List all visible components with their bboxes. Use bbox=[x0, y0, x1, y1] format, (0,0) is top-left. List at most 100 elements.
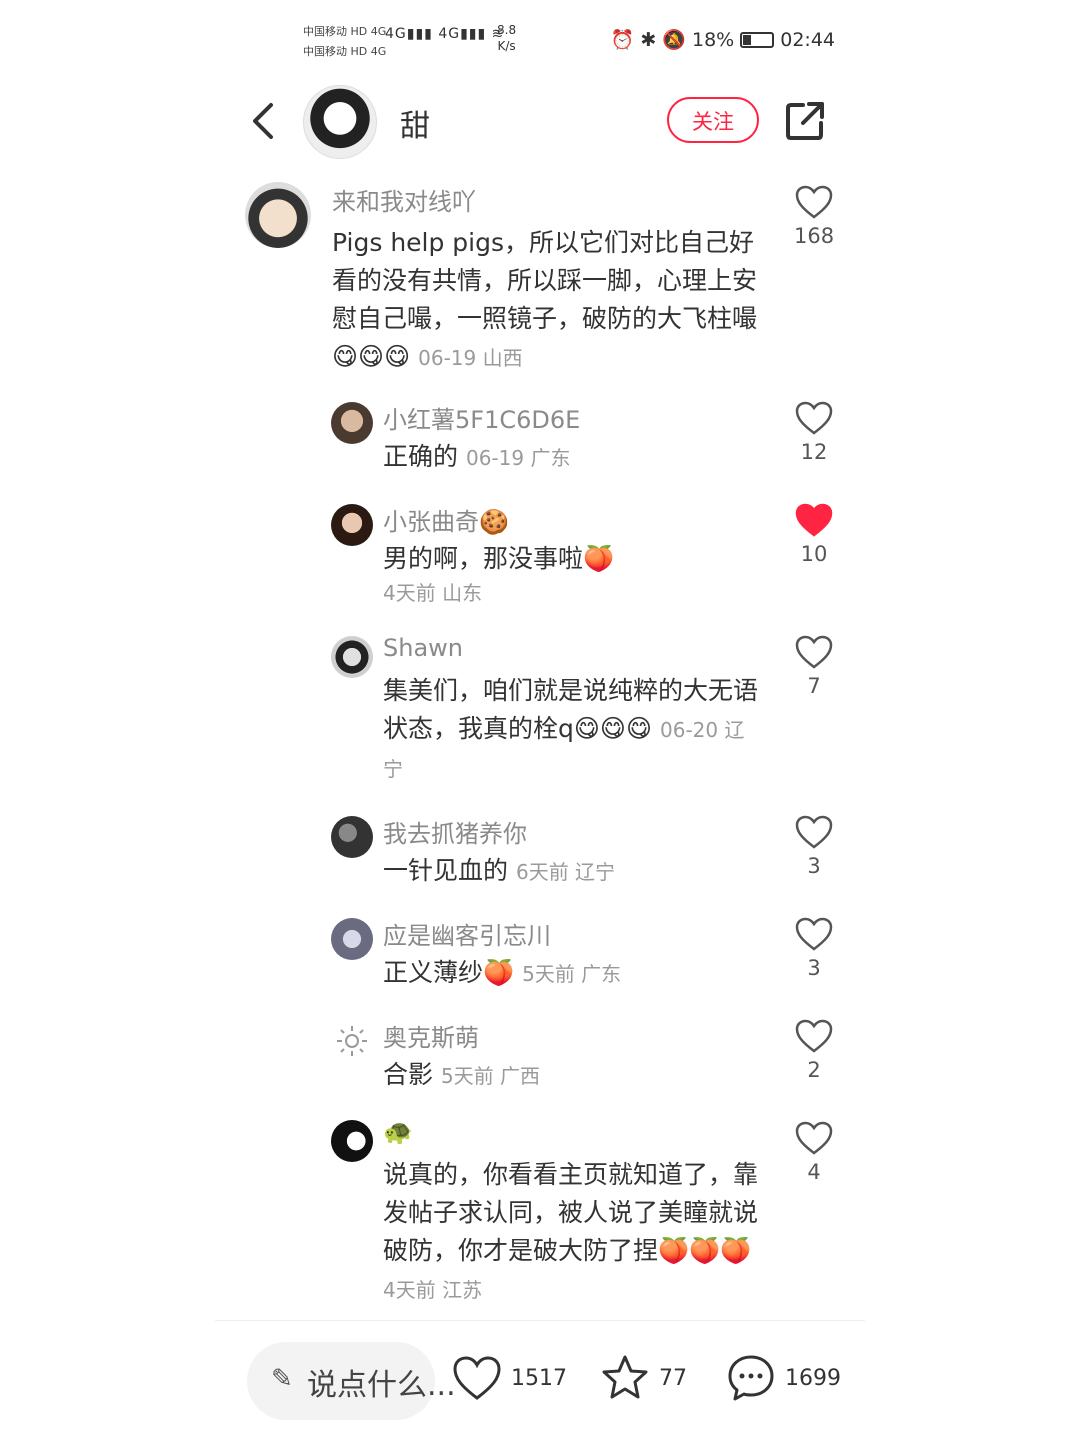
reply-item: 🐢 说真的，你看看主页就知道了，靠发帖子求认同，被人说了美瞳就说破防，你才是破大… bbox=[215, 1118, 865, 1308]
comment-body: 男的啊，那没事啦🍑 bbox=[383, 544, 615, 573]
comment-body: 说真的，你看看主页就知道了，靠发帖子求认同，被人说了美瞳就说破防，你才是破大防了… bbox=[383, 1160, 759, 1265]
network-speed-unit: K/s bbox=[497, 39, 516, 53]
commenter-name[interactable]: 我去抓猪养你 bbox=[383, 814, 527, 849]
comment-meta: 06-19 山西 bbox=[418, 346, 523, 370]
commenter-avatar[interactable] bbox=[331, 402, 373, 444]
network-speed-value: 8.8 bbox=[497, 23, 517, 37]
clock: 02:44 bbox=[780, 28, 835, 51]
author-avatar[interactable] bbox=[303, 85, 377, 159]
commenter-avatar[interactable] bbox=[331, 918, 373, 960]
heart-icon[interactable] bbox=[451, 1352, 503, 1404]
heart-icon[interactable] bbox=[794, 916, 834, 952]
comment-body: Pigs help pigs，所以它们对比自己好看的没有共情，所以踩一脚，心理上… bbox=[332, 228, 758, 371]
post-collect-count: 77 bbox=[659, 1365, 687, 1391]
like-control[interactable]: 12 bbox=[794, 400, 834, 464]
comment-meta: 5天前 广东 bbox=[522, 962, 622, 986]
commenter-name[interactable]: 🐢 bbox=[383, 1118, 413, 1146]
comment-meta: 5天前 广西 bbox=[440, 1064, 541, 1088]
comment-input-placeholder: 说点什么... bbox=[307, 1368, 456, 1403]
comment-text: 正确的 06-19 广东 bbox=[383, 438, 763, 477]
like-control[interactable]: 168 bbox=[794, 184, 834, 248]
post-collect-button[interactable]: 77 bbox=[599, 1352, 687, 1404]
back-arrow-icon[interactable] bbox=[243, 99, 283, 143]
battery-icon bbox=[740, 31, 775, 48]
like-count: 3 bbox=[807, 854, 821, 878]
comment-text: 说真的，你看看主页就知道了，靠发帖子求认同，被人说了美瞳就说破防，你才是破大防了… bbox=[383, 1156, 763, 1309]
like-count: 3 bbox=[807, 956, 821, 980]
like-count: 12 bbox=[800, 440, 828, 464]
comment-body: 正义薄纱🍑 bbox=[383, 958, 515, 987]
reply-item: 应是幽客引忘川 正义薄纱🍑 5天前 广东 3 bbox=[215, 914, 865, 1004]
post-comment-button[interactable]: 1699 bbox=[725, 1352, 841, 1404]
carrier-2: 中国移动 HD 4G bbox=[303, 45, 387, 58]
comment-bubble-icon[interactable] bbox=[725, 1352, 777, 1404]
phone-screen: 中国移动 HD 4G 中国移动 HD 4G 4G▮▮▮ 4G▮▮▮ ≋ 8.8 … bbox=[215, 0, 865, 1439]
heart-icon[interactable] bbox=[794, 400, 834, 436]
network-speed: 8.8 K/s bbox=[497, 22, 516, 54]
pencil-icon: ✎ bbox=[271, 1364, 293, 1394]
heart-icon[interactable] bbox=[794, 1018, 834, 1054]
comment-meta: 4天前 山东 bbox=[383, 581, 483, 605]
reply-item: 小张曲奇🍪 男的啊，那没事啦🍑 4天前 山东 10 bbox=[215, 500, 865, 615]
comment-text: 集美们，咱们就是说纯粹的大无语状态，我真的栓q😋😋😋 06-20 辽宁 bbox=[383, 672, 763, 788]
like-control[interactable]: 7 bbox=[794, 634, 834, 698]
post-comment-count: 1699 bbox=[785, 1365, 841, 1391]
like-count: 10 bbox=[800, 542, 828, 566]
commenter-avatar[interactable] bbox=[331, 1120, 373, 1162]
carrier-1: 中国移动 HD 4G bbox=[303, 25, 387, 38]
comment-body: 一针见血的 bbox=[383, 856, 509, 885]
star-icon[interactable] bbox=[599, 1352, 651, 1404]
commenter-name[interactable]: 小张曲奇🍪 bbox=[383, 502, 509, 537]
status-bar: 中国移动 HD 4G 中国移动 HD 4G 4G▮▮▮ 4G▮▮▮ ≋ 8.8 … bbox=[215, 18, 865, 62]
sun-avatar-icon[interactable] bbox=[331, 1020, 373, 1062]
heart-filled-icon[interactable] bbox=[794, 502, 834, 538]
comment-text: 男的啊，那没事啦🍑 4天前 山东 bbox=[383, 540, 763, 608]
like-count: 4 bbox=[807, 1160, 821, 1184]
reply-item: 小红薯5F1C6D6E 正确的 06-19 广东 12 bbox=[215, 398, 865, 488]
like-count: 2 bbox=[807, 1058, 821, 1082]
follow-button[interactable]: 关注 bbox=[667, 97, 759, 143]
commenter-avatar[interactable] bbox=[331, 816, 373, 858]
comment-body: 正确的 bbox=[383, 442, 459, 471]
commenter-name[interactable]: 小红薯5F1C6D6E bbox=[383, 400, 580, 435]
like-control[interactable]: 2 bbox=[794, 1018, 834, 1082]
share-icon[interactable] bbox=[783, 99, 827, 143]
comment-item: 来和我对线吖 Pigs help pigs，所以它们对比自己好看的没有共情，所以… bbox=[215, 180, 865, 380]
comment-text: 合影 5天前 广西 bbox=[383, 1056, 763, 1095]
comment-text: 正义薄纱🍑 5天前 广东 bbox=[383, 954, 763, 993]
carrier-info: 中国移动 HD 4G 中国移动 HD 4G bbox=[303, 22, 386, 62]
like-control[interactable]: 4 bbox=[794, 1120, 834, 1184]
heart-icon[interactable] bbox=[794, 634, 834, 670]
commenter-avatar[interactable] bbox=[331, 504, 373, 546]
signal-icon: 4G▮▮▮ 4G▮▮▮ ≋ bbox=[385, 26, 505, 42]
right-status: ⏰ ✱ 🔕 18% 02:44 bbox=[610, 28, 835, 52]
comment-text: 一针见血的 6天前 辽宁 bbox=[383, 852, 763, 891]
reply-item: 我去抓猪养你 一针见血的 6天前 辽宁 3 bbox=[215, 812, 865, 902]
like-control[interactable]: 3 bbox=[794, 814, 834, 878]
battery-percent: 18% bbox=[692, 28, 735, 51]
commenter-avatar[interactable] bbox=[331, 636, 373, 678]
heart-icon[interactable] bbox=[794, 184, 834, 220]
heart-icon[interactable] bbox=[794, 1120, 834, 1156]
commenter-avatar[interactable] bbox=[245, 182, 311, 248]
comment-meta: 4天前 江苏 bbox=[383, 1278, 483, 1302]
heart-icon[interactable] bbox=[794, 814, 834, 850]
status-icons: ⏰ ✱ 🔕 bbox=[610, 29, 686, 51]
commenter-name[interactable]: 应是幽客引忘川 bbox=[383, 916, 551, 951]
comment-meta: 6天前 辽宁 bbox=[515, 860, 616, 884]
commenter-name[interactable]: 奥克斯萌 bbox=[383, 1018, 479, 1053]
commenter-name[interactable]: Shawn bbox=[383, 634, 463, 662]
comment-body: 合影 bbox=[383, 1060, 434, 1089]
like-control[interactable]: 10 bbox=[794, 502, 834, 566]
author-name[interactable]: 甜 bbox=[400, 101, 430, 145]
post-like-count: 1517 bbox=[511, 1365, 567, 1391]
like-count: 168 bbox=[794, 224, 835, 248]
reply-item: 奥克斯萌 合影 5天前 广西 2 bbox=[215, 1016, 865, 1106]
comment-input[interactable]: ✎ 说点什么... bbox=[247, 1342, 456, 1420]
post-header: 甜 关注 bbox=[215, 85, 865, 160]
like-control[interactable]: 3 bbox=[794, 916, 834, 980]
commenter-name[interactable]: 来和我对线吖 bbox=[332, 182, 476, 217]
like-count: 7 bbox=[807, 674, 821, 698]
post-like-button[interactable]: 1517 bbox=[451, 1352, 567, 1404]
reply-item: Shawn 集美们，咱们就是说纯粹的大无语状态，我真的栓q😋😋😋 06-20 辽… bbox=[215, 632, 865, 792]
